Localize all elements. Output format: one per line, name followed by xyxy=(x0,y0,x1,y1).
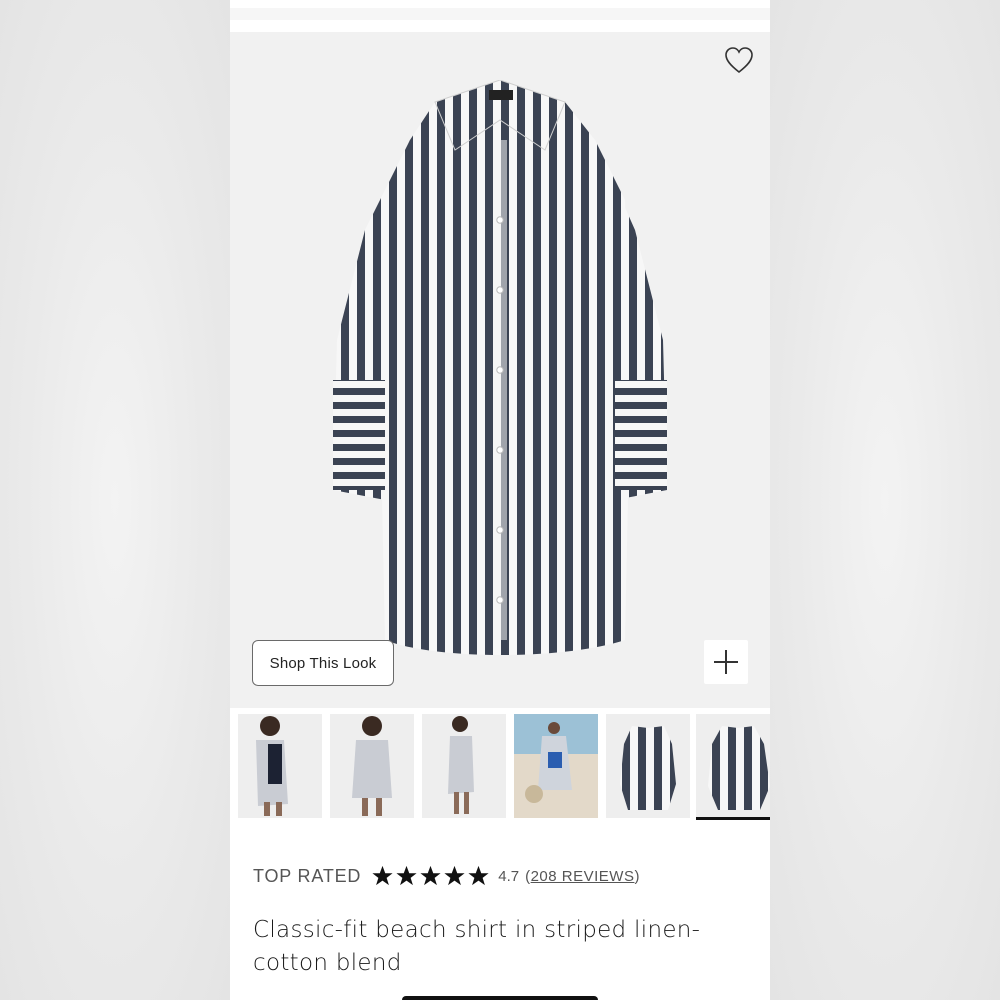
thumbnail-flat-angle[interactable] xyxy=(696,714,770,820)
home-indicator xyxy=(402,996,598,1000)
star-rating xyxy=(371,865,490,887)
striped-shirt-image xyxy=(333,80,667,655)
thumbnail-model-swimsuit[interactable] xyxy=(238,714,322,818)
star-icon xyxy=(444,865,465,886)
star-icon xyxy=(468,865,489,886)
background-blur-left xyxy=(0,0,230,1000)
star-icon xyxy=(420,865,441,886)
heart-outline-icon[interactable] xyxy=(724,46,754,74)
rating-row: TOP RATED 4.7 (208 REVIEWS) xyxy=(253,862,640,890)
product-title-line-1: Classic-fit beach shirt in striped linen… xyxy=(253,917,701,943)
product-title: Classic-fit beach shirt in striped linen… xyxy=(253,914,723,980)
top-strip xyxy=(230,0,770,20)
top-rated-badge: TOP RATED xyxy=(253,865,362,886)
background-blur-right xyxy=(770,0,1000,1000)
close-paren: ) xyxy=(634,867,640,885)
reviews-count[interactable]: (208 REVIEWS) xyxy=(525,868,640,885)
reviews-link[interactable]: 208 REVIEWS xyxy=(531,868,635,885)
product-page: Shop This Look TOP RATED 4.7 (208 REVIEW… xyxy=(230,0,770,1000)
product-title-line-2: cotton blend xyxy=(253,950,402,976)
thumbnail-strip xyxy=(230,714,770,820)
star-icon xyxy=(396,865,417,886)
thumbnail-model-front[interactable] xyxy=(330,714,414,818)
product-hero-image[interactable]: Shop This Look xyxy=(230,32,770,708)
plus-icon[interactable] xyxy=(704,640,748,684)
rating-score: 4.7 xyxy=(498,867,520,885)
star-icon xyxy=(372,865,393,886)
shop-this-look-button[interactable]: Shop This Look xyxy=(252,640,394,686)
thumbnail-model-beach[interactable] xyxy=(514,714,598,818)
thumbnail-model-side[interactable] xyxy=(422,714,506,818)
thumbnail-flat-front[interactable] xyxy=(606,714,690,818)
